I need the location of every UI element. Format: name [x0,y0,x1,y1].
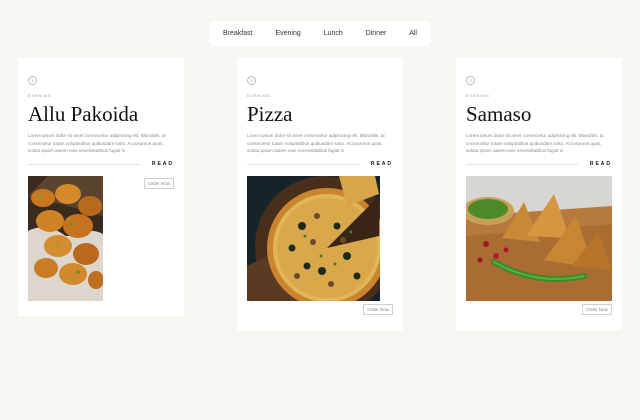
card-divider [28,164,140,165]
read-link[interactable]: READ [371,161,393,167]
samosa-photo [466,176,612,301]
read-link[interactable]: READ [152,161,174,167]
card-category: EVENING [466,93,490,98]
card-number-badge: 3 [466,76,475,85]
card-number-badge: 2 [247,76,256,85]
order-now-button[interactable]: Order Now [582,304,612,315]
pizza-photo [247,176,380,301]
menu-card: 3 EVENING Samaso Lorem ipsum dolor sit a… [456,58,622,330]
card-divider [247,164,359,165]
pakora-photo [28,176,103,301]
menu-card: 2 EVENING Pizza Lorem ipsum dolor sit am… [237,58,403,330]
card-title: Pizza [247,102,293,126]
filter-tab-breakfast[interactable]: Breakfast [223,30,253,37]
order-now-button[interactable]: Order Now [144,178,174,189]
card-description: Lorem ipsum dolor sit amet consectetur a… [466,133,604,154]
order-now-button[interactable]: Order Now [363,304,393,315]
filter-tab-evening[interactable]: Evening [275,30,300,37]
card-category: EVENING [247,93,271,98]
card-number-badge: 1 [28,76,37,85]
card-description: Lorem ipsum dolor sit amet consectetur a… [247,133,385,154]
menu-card: 1 EVENING Allu Pakoida Lorem ipsum dolor… [18,58,184,316]
card-divider [466,164,578,165]
category-filter-bar: Breakfast Evening Lunch Dinner All [209,21,431,46]
filter-tab-all[interactable]: All [409,30,417,37]
card-title: Allu Pakoida [28,102,139,126]
card-title: Samaso [466,102,532,126]
filter-tab-dinner[interactable]: Dinner [366,30,387,37]
read-link[interactable]: READ [590,161,612,167]
card-description: Lorem ipsum dolor sit amet consectetur a… [28,133,166,154]
filter-tab-lunch[interactable]: Lunch [324,30,343,37]
card-category: EVENING [28,93,52,98]
